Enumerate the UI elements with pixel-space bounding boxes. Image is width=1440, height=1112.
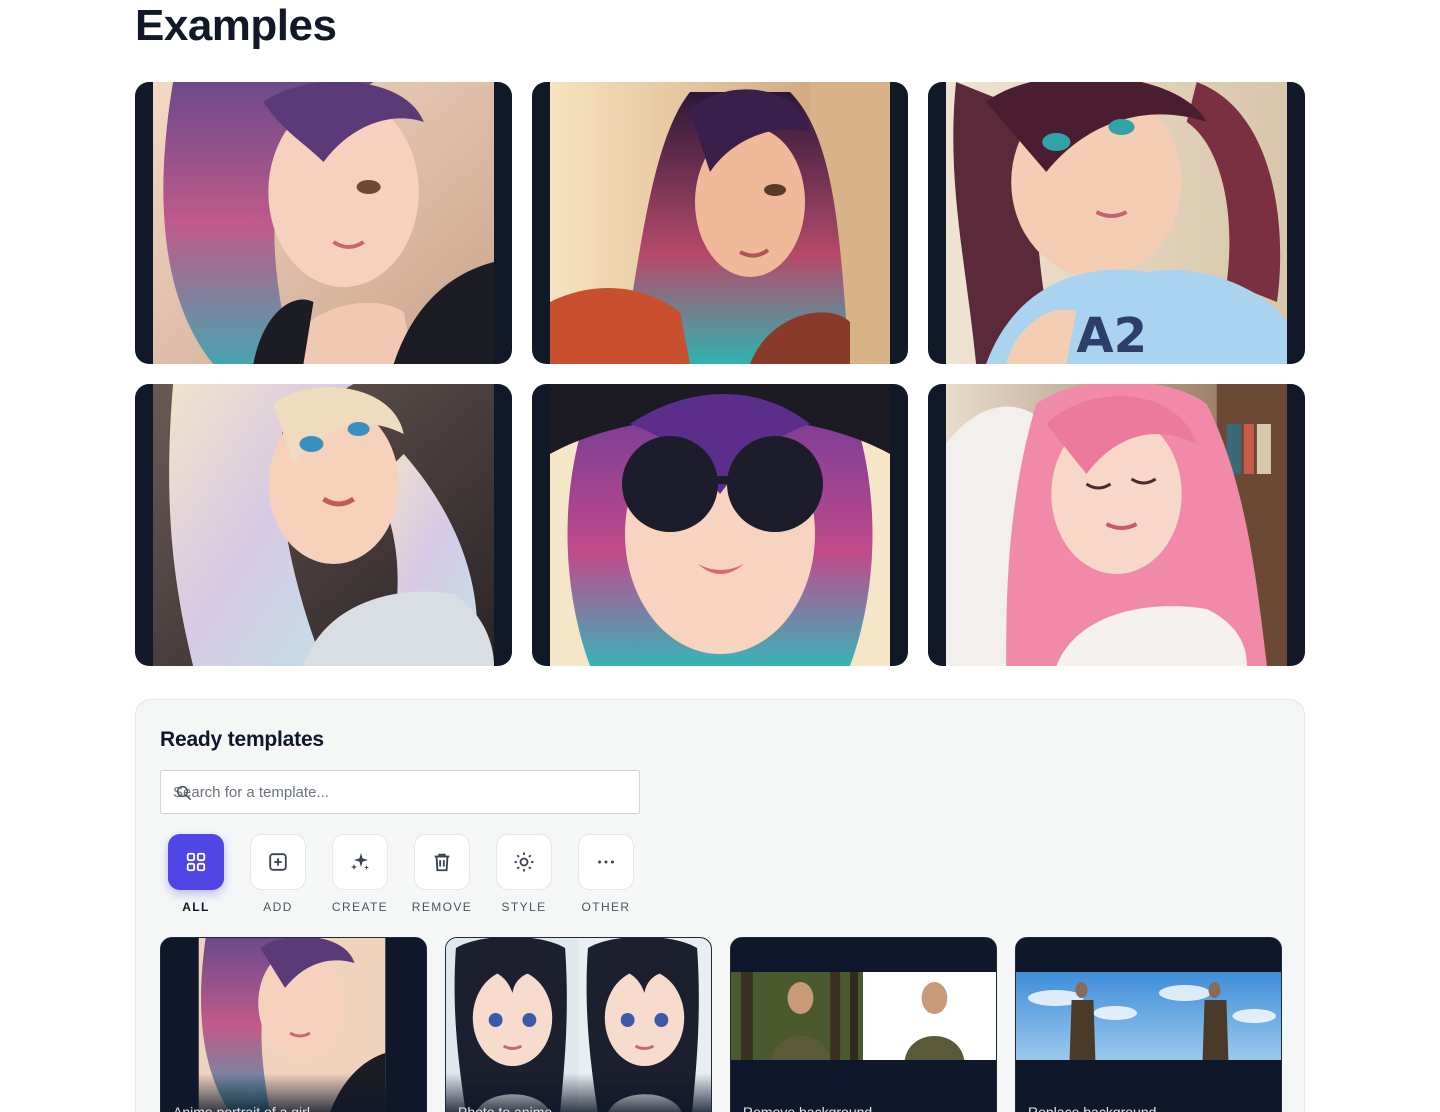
category-all-label: ALL: [182, 900, 210, 914]
template-card[interactable]: Photo to anime: [445, 937, 712, 1112]
template-search-input[interactable]: [161, 771, 639, 813]
sun-icon: [514, 852, 534, 872]
template-card[interactable]: Anime portrait of a girl: [160, 937, 427, 1112]
template-caption: Photo to anime: [458, 1104, 553, 1112]
sparkles-icon: [351, 853, 369, 870]
example-image-1[interactable]: [135, 82, 512, 364]
trash-icon: [434, 853, 450, 872]
template-caption: Remove background: [743, 1104, 873, 1112]
grid-icon: [186, 852, 206, 872]
template-card[interactable]: Remove background: [730, 937, 997, 1112]
svg-text:A2: A2: [1076, 308, 1147, 364]
example-image-2[interactable]: [532, 82, 908, 364]
example-image-3[interactable]: A2: [928, 82, 1305, 364]
category-add-label: ADD: [263, 900, 293, 914]
example-image-5[interactable]: [532, 384, 908, 666]
category-all-button[interactable]: [168, 834, 224, 890]
category-style-button[interactable]: [496, 834, 552, 890]
category-create-label: CREATE: [331, 900, 389, 914]
category-style[interactable]: STYLE: [496, 834, 552, 914]
page-title: Examples: [135, 1, 337, 50]
category-all[interactable]: ALL: [168, 834, 224, 914]
category-style-label: STYLE: [501, 900, 547, 914]
more-icon: [598, 860, 614, 864]
category-filter: ALL ADD CREATE REMOVE STYLE OTHER: [168, 834, 634, 914]
category-other-label: OTHER: [581, 900, 631, 914]
category-add-button[interactable]: [250, 834, 306, 890]
template-search-box: [160, 770, 640, 814]
plus-square-icon: [269, 853, 287, 871]
ready-templates-panel: Ready templates ALL ADD: [135, 699, 1305, 1112]
template-card[interactable]: Replace background: [1015, 937, 1282, 1112]
category-other-button[interactable]: [578, 834, 634, 890]
category-create[interactable]: CREATE: [332, 834, 388, 914]
ready-templates-title: Ready templates: [160, 728, 324, 751]
category-remove-button[interactable]: [414, 834, 470, 890]
category-remove[interactable]: REMOVE: [411, 834, 473, 914]
template-caption: Replace background: [1028, 1104, 1157, 1112]
category-create-button[interactable]: [332, 834, 388, 890]
template-card-list: Anime portrait of a girl Photo to anime …: [160, 937, 1282, 1112]
category-add[interactable]: ADD: [250, 834, 306, 914]
example-image-4[interactable]: [135, 384, 512, 666]
examples-grid: A2: [135, 82, 1305, 666]
example-image-6[interactable]: [928, 384, 1305, 666]
category-other[interactable]: OTHER: [578, 834, 634, 914]
category-remove-label: REMOVE: [411, 900, 473, 914]
template-caption: Anime portrait of a girl: [173, 1104, 310, 1112]
